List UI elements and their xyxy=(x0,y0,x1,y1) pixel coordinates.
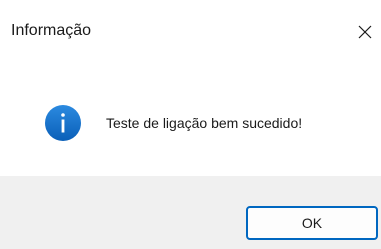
message-dialog: Informação Teste de ligação bem sucedido… xyxy=(0,0,381,249)
close-icon xyxy=(358,25,372,39)
dialog-content: Teste de ligação bem sucedido! xyxy=(0,66,381,176)
title-bar: Informação xyxy=(0,0,381,66)
button-bar: OK xyxy=(0,176,381,249)
close-button[interactable] xyxy=(351,14,381,50)
dialog-title: Informação xyxy=(11,22,92,39)
dialog-message: Teste de ligação bem sucedido! xyxy=(106,115,303,131)
info-icon xyxy=(45,105,81,141)
ok-button[interactable]: OK xyxy=(246,206,378,240)
